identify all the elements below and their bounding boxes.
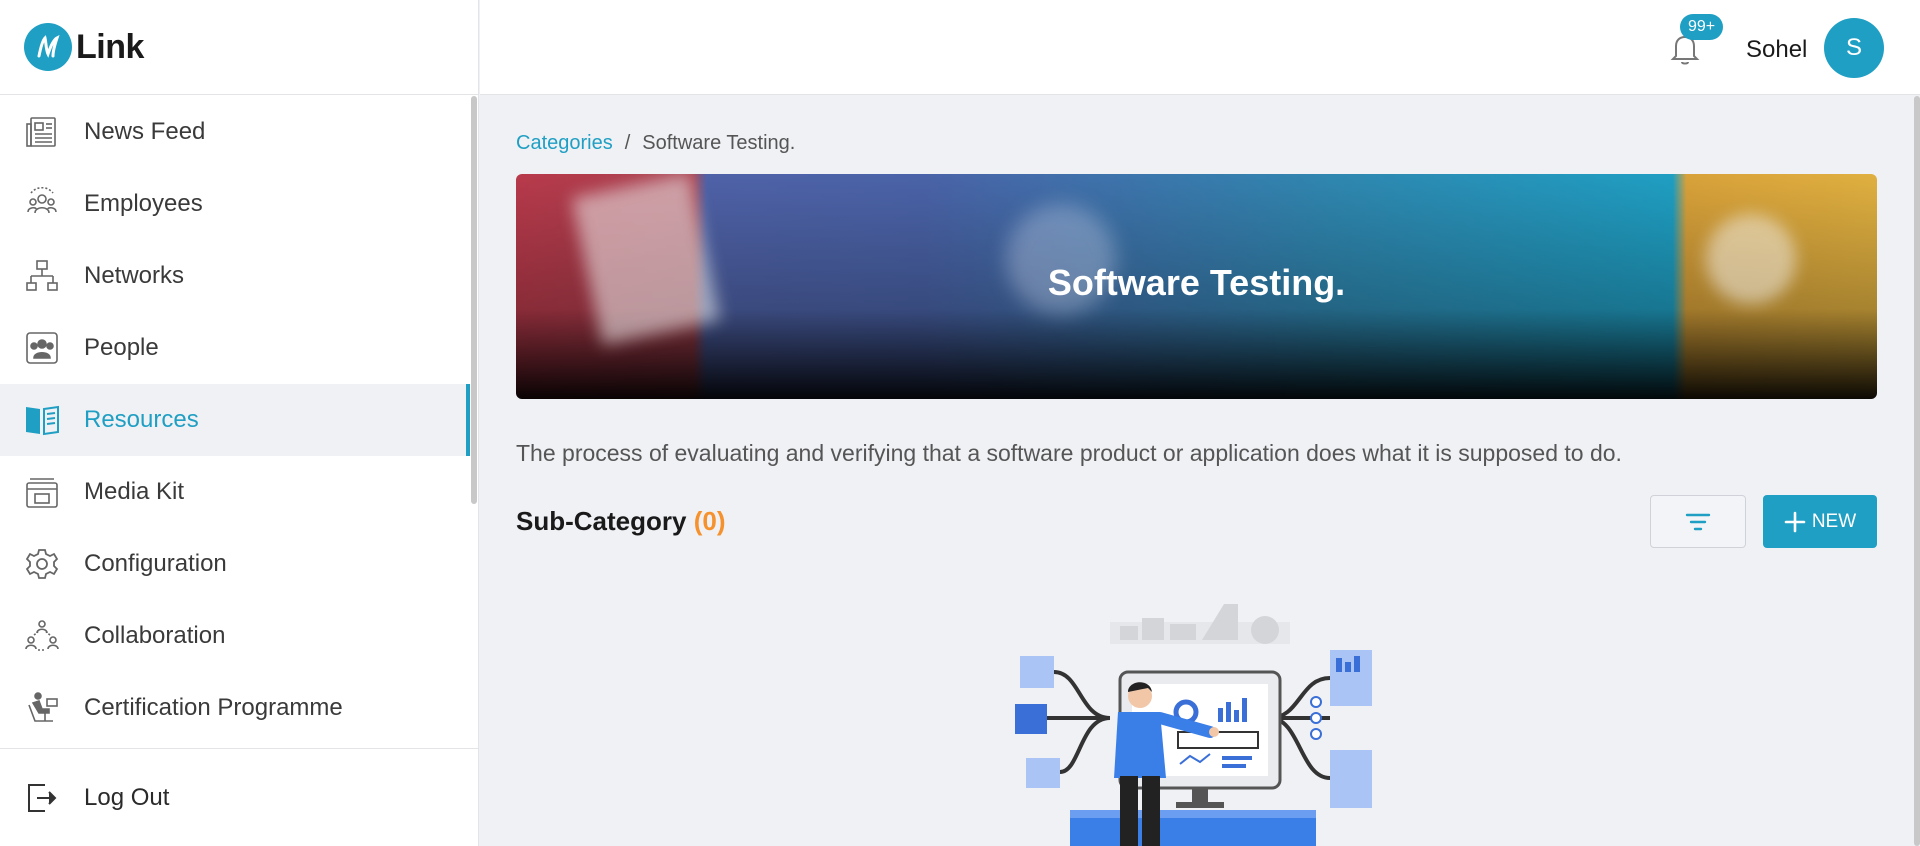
main-scrollbar[interactable] [1914, 96, 1920, 846]
sidebar-item-label: News Feed [84, 118, 206, 145]
sidebar-item-label: Networks [84, 262, 185, 289]
book-icon [24, 402, 60, 438]
sidebar-scrollbar[interactable] [471, 96, 477, 504]
topbar: 99+ Sohel S [480, 0, 1920, 95]
breadcrumb-current: Software Testing. [642, 132, 796, 154]
sidebar-item-people[interactable]: People [0, 312, 470, 384]
media-kit-icon [24, 474, 60, 510]
sidebar-item-label: People [84, 334, 159, 361]
gear-icon [24, 546, 60, 582]
avatar[interactable]: S [1824, 18, 1884, 78]
logo[interactable]: Link [0, 0, 478, 95]
collaboration-icon [24, 618, 60, 654]
logo-text: Link [76, 27, 144, 66]
plus-icon [1784, 511, 1806, 532]
sidebar-item-label: Collaboration [84, 622, 226, 649]
sidebar-item-media-kit[interactable]: Media Kit [0, 456, 470, 528]
sidebar-item-label: Resources [84, 406, 199, 433]
sidebar-item-employees[interactable]: Employees [0, 168, 470, 240]
network-icon [24, 258, 60, 294]
notification-badge: 99+ [1680, 14, 1724, 40]
logout-button[interactable]: Log Out [0, 748, 479, 846]
sidebar-item-label: Media Kit [84, 478, 185, 505]
sidebar-item-networks[interactable]: Networks [0, 240, 470, 312]
sidebar-item-news-feed[interactable]: News Feed [0, 96, 470, 168]
category-banner: Software Testing. [516, 174, 1877, 399]
sidebar-item-certification-programme[interactable]: Certification Programme [0, 672, 470, 744]
new-button-label: NEW [1811, 510, 1857, 532]
logo-mark-icon [24, 23, 72, 71]
certification-icon [24, 690, 60, 726]
filter-button[interactable] [1650, 495, 1746, 548]
sidebar: Link News Feed Employees Networks People [0, 0, 479, 846]
sidebar-item-collaboration[interactable]: Collaboration [0, 600, 470, 672]
people-icon [24, 330, 60, 366]
sidebar-item-label: Configuration [84, 550, 227, 577]
empty-state-illustration [1015, 604, 1372, 846]
new-button[interactable]: NEW [1763, 495, 1877, 548]
subcategory-count: (0) [693, 506, 726, 536]
breadcrumb-separator: / [624, 132, 631, 154]
breadcrumb-link-categories[interactable]: Categories [516, 132, 613, 155]
sidebar-item-label: Certification Programme [84, 694, 343, 721]
banner-decoration [571, 174, 721, 345]
subcategory-heading: Sub-Category (0) [516, 506, 725, 537]
employees-icon [24, 186, 60, 222]
sidebar-item-label: Employees [84, 190, 203, 217]
filter-icon [1685, 513, 1711, 530]
subcategory-title: Sub-Category [516, 506, 687, 536]
user-name[interactable]: Sohel [1746, 36, 1807, 64]
sidebar-nav: News Feed Employees Networks People Reso… [0, 96, 470, 748]
category-description: The process of evaluating and verifying … [516, 440, 1622, 466]
logout-icon [24, 780, 60, 816]
breadcrumb: Categories / Software Testing. [516, 132, 795, 155]
sidebar-item-configuration[interactable]: Configuration [0, 528, 470, 600]
banner-title: Software Testing. [1047, 262, 1346, 303]
sidebar-item-resources[interactable]: Resources [0, 384, 470, 456]
newspaper-icon [24, 114, 60, 150]
logout-label: Log Out [84, 783, 170, 811]
